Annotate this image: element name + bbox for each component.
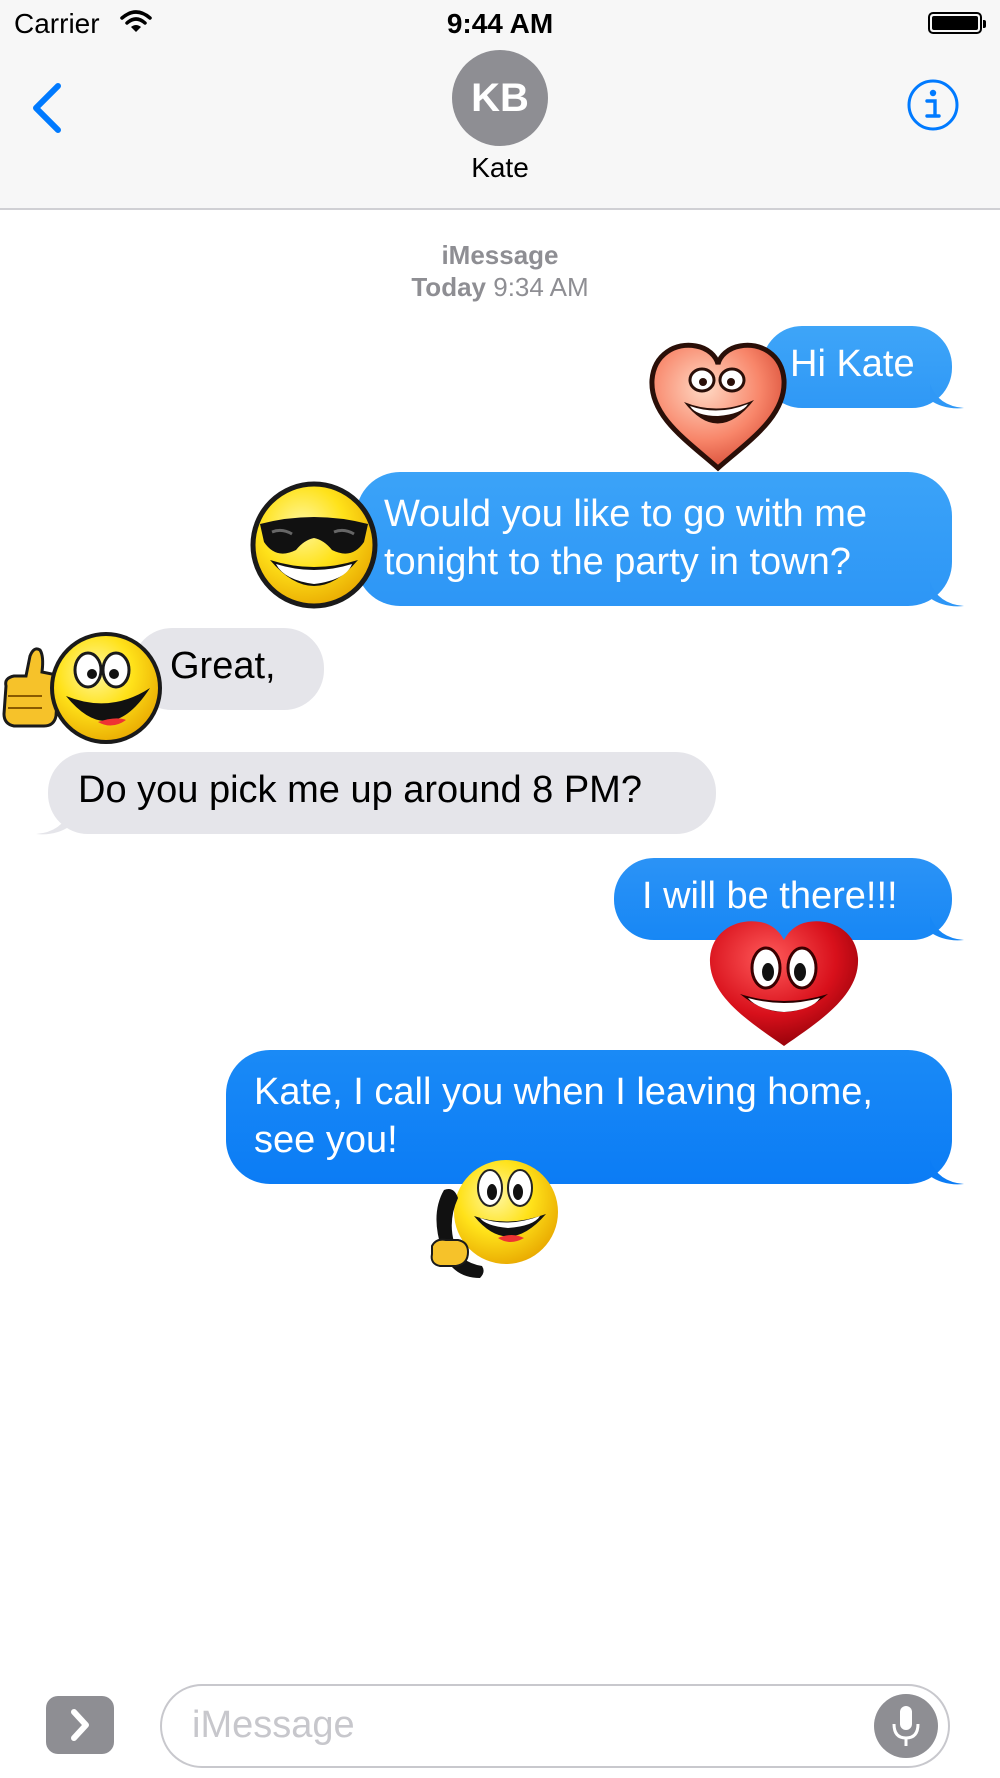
bubble-tail [930,916,964,941]
message-text: Great, [170,645,276,687]
heart-face-icon[interactable] [646,340,790,472]
compose-bar: iMessage [0,1660,1000,1778]
message-text: Do you pick me up around 8 PM? [78,769,642,811]
message-text: Hi Kate [790,343,915,385]
message-input[interactable]: iMessage [160,1684,950,1768]
bubble-tail [930,1160,964,1185]
service-label: iMessage [441,240,559,270]
red-heart-face-icon[interactable] [704,918,864,1050]
battery-icon [928,12,986,34]
status-bar: Carrier 9:44 AM [0,0,1000,48]
dictation-button[interactable] [874,1694,938,1758]
timestamp-day: Today [411,272,486,302]
phone-smiley-icon[interactable] [428,1154,564,1284]
status-time: 9:44 AM [446,8,554,39]
back-chevron-icon[interactable] [24,78,74,138]
message-text-line: Kate, I call you when I leaving home, [254,1071,873,1113]
chevron-right-icon [71,1709,89,1741]
bubble-tail [930,384,964,409]
message-text-line: see you! [254,1119,398,1161]
outgoing-message[interactable]: Kate, I call you when I leaving home, se… [226,1050,952,1184]
outgoing-message[interactable]: Hi Kate [762,326,952,408]
conversation-header: KB Kate [0,48,1000,210]
message-input-placeholder: iMessage [192,1704,355,1746]
message-text: I will be there!!! [642,875,898,917]
expand-apps-button[interactable] [46,1696,114,1754]
sunglasses-smiley-icon[interactable] [248,480,380,610]
timestamp-time: 9:34 AM [493,272,589,302]
contact-name[interactable]: Kate [0,152,1000,184]
incoming-message[interactable]: Do you pick me up around 8 PM? [48,752,716,834]
thread-timestamp: Today 9:34 AM [0,272,1000,303]
contact-avatar[interactable]: KB [452,50,548,146]
thumbs-up-smiley-icon[interactable] [0,626,164,746]
message-text-line: Would you like to go with me [384,493,867,535]
bubble-tail [36,810,70,835]
info-icon[interactable] [906,78,960,132]
outgoing-message[interactable]: Would you like to go with me tonight to … [356,472,952,606]
message-text-line: tonight to the party in town? [384,541,851,583]
bubble-tail [930,582,964,607]
microphone-icon [892,1706,920,1746]
